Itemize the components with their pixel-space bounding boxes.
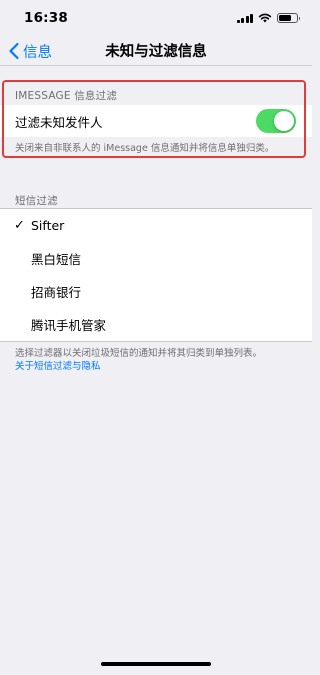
checkmark-icon: ✓ (14, 218, 25, 233)
status-time: 16:38 (24, 10, 68, 26)
back-button-label: 信息 (23, 44, 52, 61)
sms-filter-privacy-link[interactable]: 关于短信过滤与隐私 (15, 360, 305, 373)
sms-section-footer-text: 选择过滤器以关闭垃圾短信的通知并将其归类到单独列表。 (15, 348, 263, 359)
screen: 16:38 信息 未知与过滤信息 IMESSAGE 信息过滤 过滤未知发件人 关… (0, 0, 312, 675)
sms-filter-item-label: 黑白短信 (31, 252, 82, 267)
wifi-icon (258, 13, 272, 23)
status-bar: 16:38 (0, 0, 312, 36)
sms-filter-item[interactable]: 黑白短信 (0, 242, 312, 275)
status-icons (236, 13, 300, 23)
home-indicator[interactable] (101, 662, 211, 666)
sms-filter-item[interactable]: 招商银行 (0, 275, 312, 308)
nav-bar: 信息 未知与过滤信息 (0, 36, 312, 66)
cellular-signal-icon (236, 13, 253, 23)
chevron-left-icon (9, 42, 19, 60)
sms-filter-item-label: Sifter (31, 218, 65, 233)
sms-section-footer: 选择过滤器以关闭垃圾短信的通知并将其归类到单独列表。 关于短信过滤与隐私 (15, 347, 305, 373)
sms-filter-item[interactable]: ✓ Sifter (0, 209, 312, 242)
page-title: 未知与过滤信息 (105, 44, 207, 60)
highlight-annotation-box (2, 80, 306, 158)
sms-section-header: 短信过滤 (15, 195, 58, 207)
sms-filter-item[interactable]: 腾讯手机管家 (0, 308, 312, 341)
divider (0, 341, 312, 342)
battery-icon (277, 13, 300, 23)
sms-filter-item-label: 腾讯手机管家 (31, 318, 107, 333)
back-button[interactable]: 信息 (8, 36, 52, 66)
sms-filter-item-label: 招商银行 (31, 285, 82, 300)
